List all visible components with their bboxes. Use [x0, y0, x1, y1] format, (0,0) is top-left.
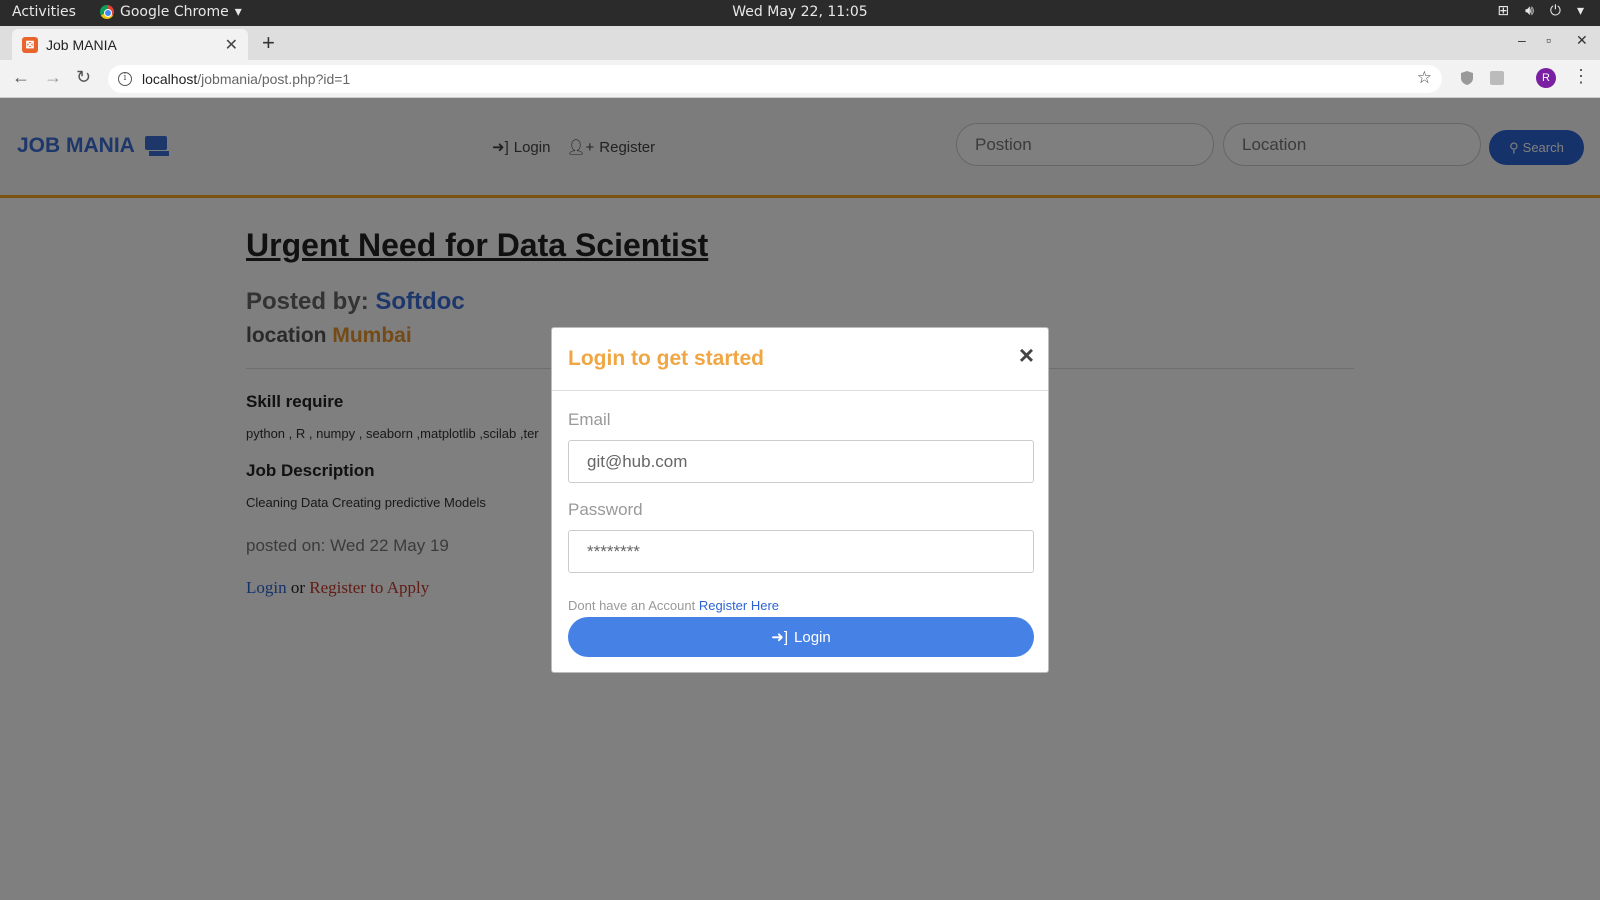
close-icon[interactable]: × — [1019, 342, 1034, 368]
network-icon[interactable]: ⊞ — [1497, 3, 1509, 19]
chevron-down-icon[interactable]: ▾ — [1577, 3, 1584, 19]
xampp-favicon-icon: ⊠ — [22, 36, 38, 53]
minimize-icon[interactable]: – — [1518, 32, 1526, 48]
login-modal: Login to get started × Email git@hub.com… — [551, 327, 1049, 673]
email-field[interactable]: git@hub.com — [568, 440, 1034, 483]
close-window-icon[interactable]: ✕ — [1576, 32, 1588, 49]
register-here-link[interactable]: Register Here — [699, 598, 779, 613]
tab-title: Job MANIA — [46, 36, 117, 53]
back-icon[interactable]: ← — [12, 67, 30, 88]
email-label: Email — [568, 410, 611, 429]
profile-avatar[interactable]: R — [1536, 68, 1556, 88]
browser-toolbar: ← → ↻ i localhost/jobmania/post.php?id=1… — [0, 60, 1600, 98]
sign-in-icon: ➜] — [771, 629, 789, 646]
os-top-bar: Activities Google Chrome ▾ Wed May 22, 1… — [0, 0, 1600, 26]
close-tab-icon[interactable]: ✕ — [225, 35, 238, 55]
register-hint: Dont have an Account Register Here — [568, 598, 779, 613]
new-tab-button[interactable]: + — [262, 30, 275, 56]
address-bar[interactable]: i localhost/jobmania/post.php?id=1 ☆ — [108, 65, 1442, 93]
info-icon[interactable]: i — [118, 72, 132, 86]
login-button-label: Login — [794, 628, 831, 646]
clock[interactable]: Wed May 22, 11:05 — [0, 4, 1600, 20]
browser-tab[interactable]: ⊠ Job MANIA ✕ — [12, 29, 248, 60]
password-label: Password — [568, 500, 643, 519]
maximize-icon[interactable]: ▫ — [1546, 32, 1551, 48]
shield-extension-icon[interactable] — [1458, 69, 1476, 87]
extension-icon[interactable] — [1488, 69, 1506, 87]
url-host: localhost — [142, 71, 198, 87]
reload-icon[interactable]: ↻ — [76, 67, 91, 88]
power-icon[interactable]: ⏻ — [1550, 3, 1561, 19]
login-button[interactable]: ➜] Login — [568, 617, 1034, 657]
system-tray[interactable]: ⊞ 🔊︎ ⏻ ▾ — [1497, 3, 1584, 19]
tab-strip: ⊠ Job MANIA ✕ + – ▫ ✕ — [0, 26, 1600, 60]
modal-header: Login to get started × — [552, 328, 1048, 391]
bookmark-star-icon[interactable]: ☆ — [1417, 68, 1432, 88]
url-path: /jobmania/post.php?id=1 — [197, 71, 351, 87]
volume-icon[interactable]: 🔊︎ — [1525, 3, 1534, 19]
password-field[interactable]: ******** — [568, 530, 1034, 573]
chrome-menu-icon[interactable]: ⋮ — [1572, 66, 1590, 87]
forward-icon[interactable]: → — [44, 67, 62, 88]
no-account-text: Dont have an Account — [568, 598, 696, 613]
modal-title: Login to get started — [568, 347, 764, 370]
